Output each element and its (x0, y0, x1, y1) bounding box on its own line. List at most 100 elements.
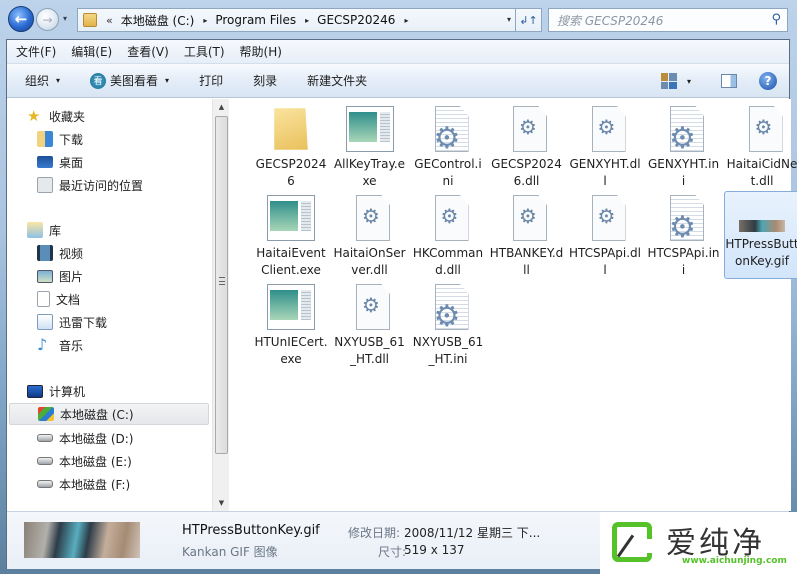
sidebar-favorites[interactable]: ★ 收藏夹 (7, 105, 210, 127)
sidebar-item-pictures[interactable]: 图片 (7, 265, 210, 287)
breadcrumb-program-files[interactable]: Program Files (215, 13, 296, 27)
details-file-name: HTPressButtonKey.gif (182, 523, 320, 538)
file-name: NXYUSB_61_HT.ini (412, 335, 484, 366)
print-label: 打印 (199, 74, 224, 88)
file-name: GENXYHT.dll (569, 157, 641, 188)
dll-file-icon (513, 195, 547, 241)
address-history-dropdown[interactable]: ▾ (507, 15, 511, 24)
scroll-up-button[interactable]: ▲ (213, 99, 230, 115)
burn-button[interactable]: 刻录 (253, 72, 277, 89)
forward-arrow-icon: → (42, 12, 53, 27)
breadcrumb-overflow[interactable]: « (106, 14, 113, 27)
file-list: GECSP20246AllKeyTray.exe GEControl.ini GEC… (231, 99, 797, 511)
back-button[interactable]: ← (8, 6, 34, 32)
exe-file-icon (267, 284, 315, 330)
organize-label: 组织 (25, 74, 50, 88)
recent-pages-dropdown[interactable]: ▾ (63, 14, 67, 23)
watermark-url: www.aichunjing.com (682, 556, 787, 566)
pictures-icon (37, 269, 53, 283)
file-name: HTUnIECert.exe (254, 335, 328, 366)
sidebar-item-drive-e[interactable]: 本地磁盘 (E:) (7, 450, 210, 472)
breadcrumb-separator-icon[interactable]: ▸ (305, 16, 309, 25)
file-name: GEControl.ini (414, 157, 482, 188)
recent-places-icon (37, 177, 53, 193)
sidebar-item-videos[interactable]: 视频 (7, 242, 210, 264)
meitu-app-icon: 看 (90, 72, 107, 89)
file-name: GECSP20246.dll (491, 157, 562, 188)
meitu-open-button[interactable]: 看 美图看看 ▾ (90, 72, 169, 89)
breadcrumb-separator-icon[interactable]: ▸ (203, 16, 207, 25)
menu-help[interactable]: 帮助(H) (240, 43, 282, 60)
folder-icon (83, 13, 97, 27)
details-size-label: 尺寸: (378, 545, 407, 559)
file-item[interactable]: HTBANKEY.dll (489, 191, 565, 279)
new-folder-button[interactable]: 新建文件夹 (307, 72, 367, 89)
sidebar-label: 本地磁盘 (F:) (59, 477, 131, 492)
file-item[interactable]: GENXYHT.dll (567, 102, 643, 190)
file-thumbnail (24, 522, 140, 558)
star-icon: ★ (27, 107, 41, 125)
file-item[interactable]: NXYUSB_61_HT.dll (332, 280, 408, 368)
change-view-icon[interactable] (660, 73, 677, 89)
file-item[interactable]: HaitaiCidNet.dll (724, 102, 797, 190)
breadcrumb-gecsp20246[interactable]: GECSP20246 (317, 13, 395, 27)
menu-tools[interactable]: 工具(T) (184, 43, 225, 60)
dll-file-icon (591, 195, 626, 241)
navigation-pane-scrollbar[interactable]: ▲ ▼ (212, 99, 229, 511)
sidebar-item-drive-c[interactable]: 本地磁盘 (C:) (9, 403, 209, 425)
music-note-icon: ♪ (37, 335, 48, 354)
search-input[interactable]: 搜索 GECSP20246 (557, 12, 663, 29)
ini-file-icon (670, 195, 704, 241)
preview-pane-icon[interactable] (721, 74, 737, 88)
file-name: HTPressButtonKey.gif (725, 237, 797, 268)
meitu-label: 美图看看 (110, 74, 159, 88)
file-item[interactable]: GENXYHT.ini (646, 102, 722, 190)
file-item[interactable]: HTPressButtonKey.gif (724, 191, 797, 279)
sidebar-computer[interactable]: 计算机 (7, 380, 210, 402)
file-item[interactable]: HaitaiEventClient.exe (253, 191, 329, 279)
sidebar-item-drive-f[interactable]: 本地磁盘 (F:) (7, 473, 210, 495)
print-button[interactable]: 打印 (199, 72, 223, 89)
file-item[interactable]: GECSP20246 (253, 102, 329, 190)
file-item[interactable]: GEControl.ini (410, 102, 486, 190)
help-icon[interactable]: ? (759, 72, 777, 90)
file-item[interactable]: HTCSPApi.ini (646, 191, 722, 279)
view-options-dropdown[interactable]: ▾ (687, 77, 691, 86)
forward-button[interactable]: → (36, 8, 59, 31)
search-box[interactable]: 搜索 GECSP20246 ⚲ (548, 8, 788, 32)
sidebar-item-desktop[interactable]: 桌面 (7, 151, 210, 173)
file-item[interactable]: GECSP20246.dll (489, 102, 565, 190)
file-item[interactable]: HaitaiOnServer.dll (332, 191, 408, 279)
sidebar-item-recent-places[interactable]: 最近访问的位置 (7, 174, 210, 196)
details-modified-value: 2008/11/12 星期三 下... (404, 526, 541, 540)
window-body: 文件(F) 编辑(E) 查看(V) 工具(T) 帮助(H) 组织 ▾ 看 美图看… (6, 39, 797, 569)
sidebar-libraries[interactable]: 库 (7, 219, 210, 241)
menu-file[interactable]: 文件(F) (16, 43, 56, 60)
sidebar-item-thunder-downloads[interactable]: 迅雷下载 (7, 311, 210, 333)
address-bar[interactable]: « 本地磁盘 (C:) ▸ Program Files ▸ GECSP20246… (77, 8, 542, 32)
file-item[interactable]: NXYUSB_61_HT.ini (410, 280, 486, 368)
search-icon[interactable]: ⚲ (771, 12, 781, 27)
file-item[interactable]: HKCommand.dll (410, 191, 486, 279)
sidebar-item-drive-d[interactable]: 本地磁盘 (D:) (7, 427, 210, 449)
file-item[interactable]: HTUnIECert.exe (253, 280, 329, 368)
breadcrumb-drive-c[interactable]: 本地磁盘 (C:) (121, 12, 195, 29)
sidebar-label: 库 (49, 223, 62, 238)
dll-file-icon (356, 195, 390, 241)
menu-edit[interactable]: 编辑(E) (71, 43, 112, 60)
scrollbar-thumb[interactable] (215, 116, 228, 454)
sidebar-item-downloads[interactable]: 下载 (7, 128, 210, 150)
sidebar-item-documents[interactable]: 文档 (7, 288, 210, 310)
breadcrumb-separator-icon[interactable]: ▸ (404, 16, 408, 25)
ini-file-icon (670, 106, 704, 152)
file-item[interactable]: AllKeyTray.exe (332, 102, 408, 190)
new-folder-label: 新建文件夹 (307, 74, 368, 88)
ini-file-icon (434, 106, 469, 152)
refresh-button[interactable]: ↲↑ (515, 9, 541, 31)
file-item[interactable]: HTCSPApi.dll (567, 191, 643, 279)
scroll-down-button[interactable]: ▼ (213, 495, 230, 511)
sidebar-item-music[interactable]: ♪ 音乐 (7, 334, 210, 356)
organize-button[interactable]: 组织 ▾ (25, 72, 60, 89)
downloads-icon (37, 131, 53, 147)
menu-view[interactable]: 查看(V) (127, 43, 169, 60)
